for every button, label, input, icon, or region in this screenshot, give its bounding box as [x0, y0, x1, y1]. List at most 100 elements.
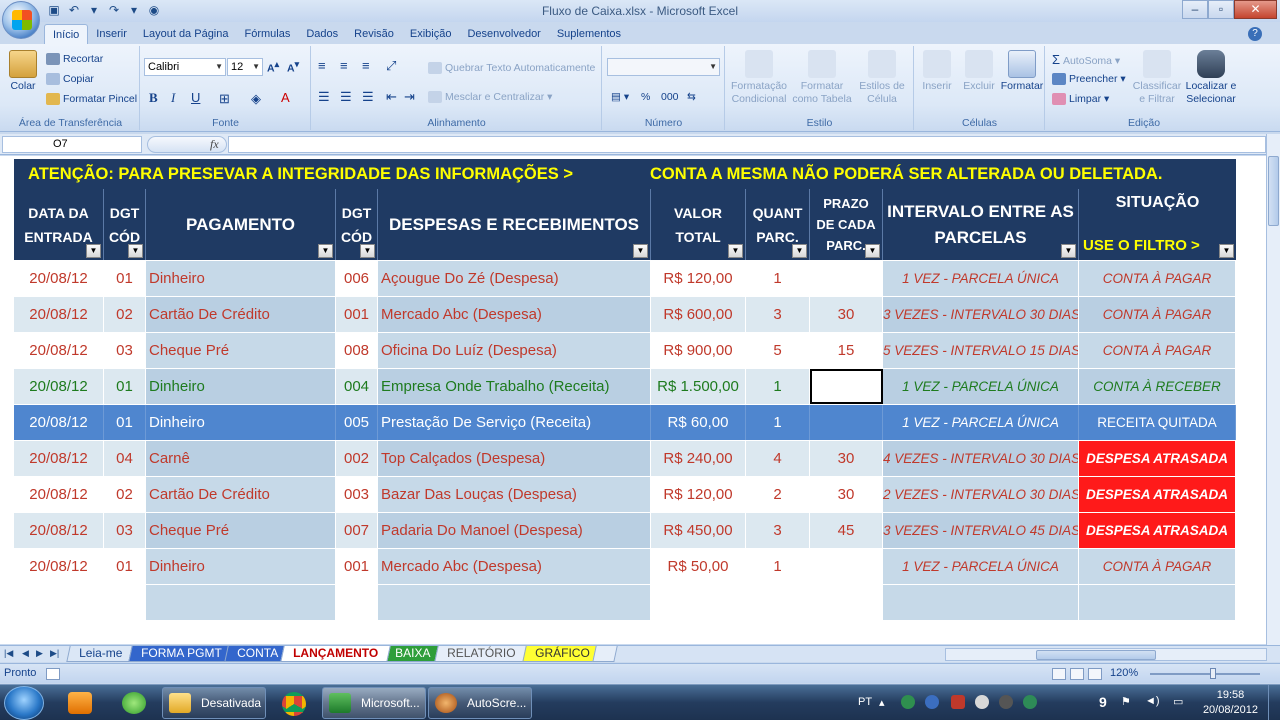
page-break-icon[interactable] — [1088, 668, 1102, 680]
table-row[interactable]: 20/08/12 03 Cheque Pré 008 Oficina Do Luíz (… — [14, 333, 1236, 369]
cut-button[interactable]: Recortar — [46, 53, 103, 66]
cell-situacao[interactable]: DESPESA ATRASADA — [1079, 513, 1236, 548]
ribbon-tab[interactable]: Desenvolvedor — [459, 24, 548, 45]
cell-pagamento[interactable]: Dinheiro — [146, 405, 336, 440]
cell-dgt-cod-2[interactable]: 006 — [336, 261, 378, 296]
cell-despesa[interactable] — [378, 585, 651, 620]
italic-button[interactable]: I — [171, 90, 175, 106]
chrome-icon[interactable] — [268, 687, 320, 719]
cell-quant[interactable]: 5 — [746, 333, 810, 368]
clear-button[interactable]: Limpar ▾ — [1052, 93, 1109, 106]
cell-pagamento[interactable]: Cartão De Crédito — [146, 477, 336, 512]
tray-app-icon[interactable] — [901, 695, 915, 709]
cell-despesa[interactable]: Empresa Onde Trabalho (Receita) — [378, 369, 651, 404]
conditional-format-button[interactable]: Formatação Condicional — [728, 50, 790, 106]
cell-situacao[interactable]: CONTA À RECEBER — [1079, 369, 1236, 404]
table-row[interactable]: 20/08/12 02 Cartão De Crédito 003 Bazar Das … — [14, 477, 1236, 513]
cell-dgt-cod-2[interactable]: 005 — [336, 405, 378, 440]
cell-despesa[interactable]: Prestação De Serviço (Receita) — [378, 405, 651, 440]
grow-font-icon[interactable]: A▴ — [267, 59, 279, 75]
filter-dropdown-icon[interactable]: ▼ — [633, 244, 648, 258]
cell-quant[interactable]: 3 — [746, 297, 810, 332]
filter-dropdown-icon[interactable]: ▼ — [360, 244, 375, 258]
taskbar-autoscreen[interactable]: AutoScre... — [428, 687, 532, 719]
tray-app-icon[interactable] — [925, 695, 939, 709]
cell-valor[interactable]: R$ 450,00 — [651, 513, 746, 548]
filter-dropdown-icon[interactable]: ▼ — [728, 244, 743, 258]
show-desktop-button[interactable] — [1268, 685, 1280, 720]
cell-quant[interactable] — [746, 585, 810, 620]
cell-situacao[interactable]: CONTA À PAGAR — [1079, 549, 1236, 584]
cell-date[interactable]: 20/08/12 — [14, 513, 104, 548]
cell-dgt-cod-2[interactable]: 004 — [336, 369, 378, 404]
font-family-select[interactable]: Calibri ▼ — [144, 58, 226, 76]
cell-valor[interactable]: R$ 60,00 — [651, 405, 746, 440]
worksheet[interactable]: ATENÇÃO: PARA PRESEVAR A INTEGRIDADE DAS… — [0, 156, 1266, 644]
insert-function-icon[interactable]: fx — [210, 137, 219, 152]
cell-dgt-cod-1[interactable]: 04 — [104, 441, 146, 476]
media-player-icon[interactable] — [54, 687, 106, 719]
cell-dgt-cod-1[interactable]: 03 — [104, 513, 146, 548]
last-sheet-icon[interactable]: ▶| — [50, 648, 59, 659]
formula-input[interactable] — [228, 136, 1266, 153]
cell-dgt-cod-2[interactable]: 008 — [336, 333, 378, 368]
cell-dgt-cod-1[interactable]: 01 — [104, 405, 146, 440]
cell-date[interactable] — [14, 585, 104, 620]
cell-intervalo[interactable] — [883, 585, 1079, 620]
flag-icon[interactable]: ⚑ — [1121, 695, 1131, 708]
number-format-select[interactable]: ▼ — [607, 58, 720, 76]
cell-dgt-cod-2[interactable]: 002 — [336, 441, 378, 476]
cell-dgt-cod-1[interactable]: 01 — [104, 261, 146, 296]
align-right-icon[interactable]: ☰ — [362, 89, 374, 105]
cell-quant[interactable]: 3 — [746, 513, 810, 548]
tray-app-icon[interactable] — [1023, 695, 1037, 709]
align-middle-icon[interactable]: ≡ — [340, 58, 348, 73]
cell-pagamento[interactable]: Dinheiro — [146, 261, 336, 296]
cell-situacao[interactable]: CONTA À PAGAR — [1079, 333, 1236, 368]
cell-dgt-cod-1[interactable]: 01 — [104, 369, 146, 404]
table-row[interactable]: 20/08/12 03 Cheque Pré 007 Padaria Do Manoel… — [14, 513, 1236, 549]
cell-date[interactable]: 20/08/12 — [14, 549, 104, 584]
cell-dgt-cod-1[interactable]: 02 — [104, 297, 146, 332]
cell-prazo[interactable]: 30 — [810, 441, 883, 476]
copy-button[interactable]: Copiar — [46, 73, 94, 86]
bold-button[interactable]: B — [149, 90, 158, 106]
cell-situacao[interactable] — [1079, 585, 1236, 620]
cell-prazo[interactable]: 15 — [810, 333, 883, 368]
cell-prazo[interactable]: 30 — [810, 297, 883, 332]
scroll-thumb[interactable] — [1036, 650, 1156, 660]
ribbon-tab[interactable]: Dados — [298, 24, 346, 45]
ribbon-tab[interactable]: Fórmulas — [237, 24, 299, 45]
cell-situacao[interactable]: CONTA À PAGAR — [1079, 261, 1236, 296]
cell-pagamento[interactable]: Carnê — [146, 441, 336, 476]
align-bottom-icon[interactable]: ≡ — [362, 58, 370, 73]
filter-dropdown-icon[interactable]: ▼ — [1061, 244, 1076, 258]
align-top-icon[interactable]: ≡ — [318, 58, 326, 73]
filter-dropdown-icon[interactable]: ▼ — [318, 244, 333, 258]
messenger-icon[interactable] — [108, 687, 160, 719]
fill-button[interactable]: Preencher ▾ — [1052, 73, 1126, 86]
cell-intervalo[interactable]: 4 VEZES - INTERVALO 30 DIAS — [883, 441, 1079, 476]
office-button[interactable] — [2, 1, 40, 39]
cell-intervalo[interactable]: 3 VEZES - INTERVALO 45 DIAS — [883, 513, 1079, 548]
ribbon-tab[interactable]: Revisão — [346, 24, 402, 45]
ribbon-tab[interactable]: Layout da Página — [135, 24, 237, 45]
cell-intervalo[interactable]: 3 VEZES - INTERVALO 30 DIAS — [883, 297, 1079, 332]
zoom-knob[interactable] — [1210, 668, 1216, 679]
cell-dgt-cod-1[interactable]: 01 — [104, 549, 146, 584]
cell-pagamento[interactable] — [146, 585, 336, 620]
horizontal-scrollbar[interactable] — [945, 648, 1267, 661]
clock[interactable]: 19:58 20/08/2012 — [1203, 688, 1258, 718]
find-select-button[interactable]: Localizar e Selecionar — [1182, 50, 1240, 106]
format-cells-button[interactable]: Formatar — [999, 50, 1045, 92]
cell-quant[interactable]: 1 — [746, 405, 810, 440]
cell-quant[interactable]: 1 — [746, 261, 810, 296]
cell-dgt-cod-1[interactable]: 03 — [104, 333, 146, 368]
ribbon-tab[interactable]: Exibição — [402, 24, 460, 45]
cell-prazo[interactable]: 45 — [810, 513, 883, 548]
sheet-tab[interactable]: GRÁFICO — [522, 646, 603, 662]
scroll-thumb[interactable] — [1268, 156, 1279, 226]
cell-dgt-cod-2[interactable]: 001 — [336, 297, 378, 332]
help-icon[interactable]: ? — [1248, 27, 1262, 41]
decimal-icon[interactable]: ⇆ — [687, 91, 696, 103]
